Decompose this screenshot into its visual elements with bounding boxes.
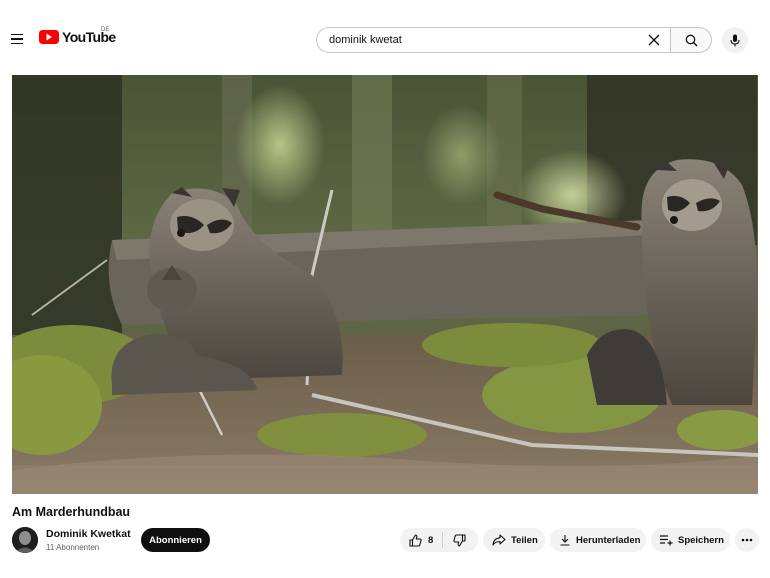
search-box — [316, 27, 670, 53]
share-button[interactable]: Teilen — [483, 528, 545, 552]
menu-button[interactable] — [6, 28, 28, 50]
like-dislike-group: 8 — [400, 528, 478, 552]
avatar-icon — [12, 527, 38, 553]
more-actions-button[interactable] — [735, 528, 759, 552]
subscriber-count: 11 Abonnenten — [46, 543, 100, 552]
thumbs-up-icon — [409, 533, 422, 547]
mic-icon — [730, 34, 740, 46]
download-label: Herunterladen — [576, 534, 641, 546]
channel-avatar[interactable] — [12, 527, 38, 553]
search-input[interactable] — [329, 34, 644, 46]
search-icon — [685, 34, 697, 46]
more-icon — [741, 538, 753, 542]
download-button[interactable]: Herunterladen — [550, 528, 646, 552]
share-icon — [492, 534, 506, 546]
youtube-logo[interactable]: YouTube DE — [39, 27, 116, 45]
playlist-add-icon — [659, 534, 673, 546]
subscribe-button[interactable]: Abonnieren — [141, 528, 210, 552]
region-code: DE — [101, 27, 110, 33]
menu-icon — [11, 33, 23, 36]
youtube-logo-icon — [39, 30, 59, 44]
voice-search-button[interactable] — [722, 27, 748, 53]
dislike-button[interactable] — [443, 528, 475, 552]
search-button[interactable] — [670, 27, 712, 53]
share-label: Teilen — [511, 534, 538, 546]
thumbs-down-icon — [453, 533, 466, 547]
save-button[interactable]: Speichern — [651, 528, 730, 552]
like-count: 8 — [428, 534, 434, 546]
masthead: YouTube DE — [0, 0, 770, 76]
clear-search-button[interactable] — [644, 30, 664, 50]
video-frame — [12, 75, 758, 494]
like-button[interactable]: 8 — [400, 528, 442, 552]
search-bar — [316, 27, 712, 53]
save-label: Speichern — [678, 534, 724, 546]
download-icon — [559, 534, 571, 546]
channel-name[interactable]: Dominik Kwetkat — [46, 528, 131, 540]
video-title: Am Marderhundbau — [12, 505, 131, 519]
video-player[interactable] — [12, 75, 758, 494]
clear-icon — [648, 34, 660, 46]
